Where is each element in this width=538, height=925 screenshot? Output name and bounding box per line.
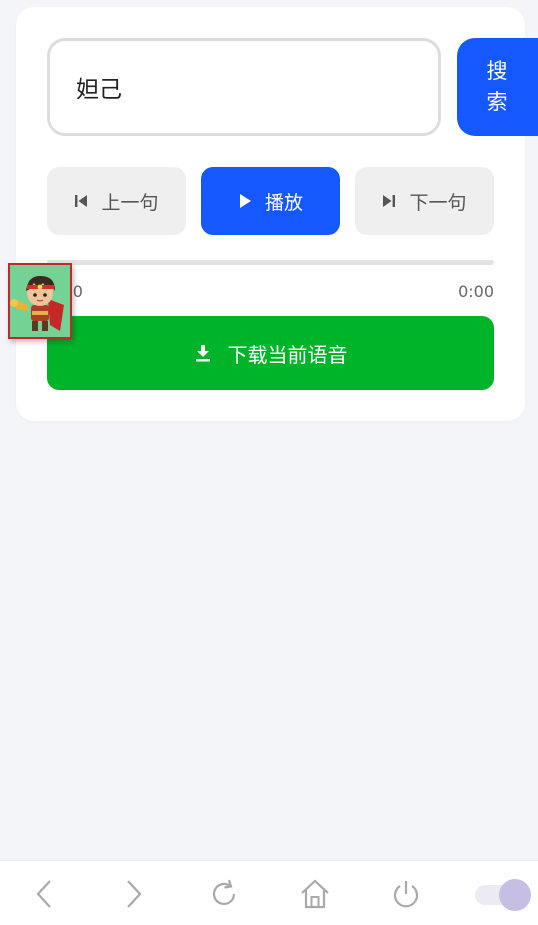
skip-next-icon	[382, 194, 396, 208]
previous-sentence-button[interactable]: 上一句	[47, 167, 186, 235]
chevron-right-icon[interactable]	[117, 877, 151, 911]
download-voice-button[interactable]: 下载当前语音	[47, 316, 494, 390]
search-button[interactable]: 搜 索	[457, 38, 538, 136]
download-label: 下载当前语音	[227, 342, 348, 367]
previous-sentence-label: 上一句	[101, 191, 159, 214]
next-sentence-button[interactable]: 下一句	[355, 167, 494, 235]
play-label: 播放	[264, 191, 303, 214]
next-sentence-label: 下一句	[409, 191, 467, 214]
play-icon	[238, 193, 252, 209]
progress-bar[interactable]	[47, 260, 494, 265]
browser-bottom-bar	[0, 860, 538, 925]
browser-toggle[interactable]	[475, 879, 531, 911]
search-button-label-2: 索	[486, 90, 508, 114]
home-icon[interactable]	[298, 877, 332, 911]
play-button[interactable]: 播放	[201, 167, 340, 235]
power-icon[interactable]	[389, 877, 423, 911]
skip-previous-icon	[74, 194, 88, 208]
search-button-label-1: 搜	[486, 59, 508, 83]
floating-avatar[interactable]	[8, 263, 72, 339]
toggle-knob	[499, 879, 531, 911]
chevron-left-icon[interactable]	[27, 877, 61, 911]
character-avatar-icon	[10, 265, 70, 337]
search-input[interactable]	[47, 38, 441, 136]
total-time: 0:00	[458, 282, 494, 301]
download-icon	[194, 344, 212, 362]
reload-icon[interactable]	[207, 877, 241, 911]
